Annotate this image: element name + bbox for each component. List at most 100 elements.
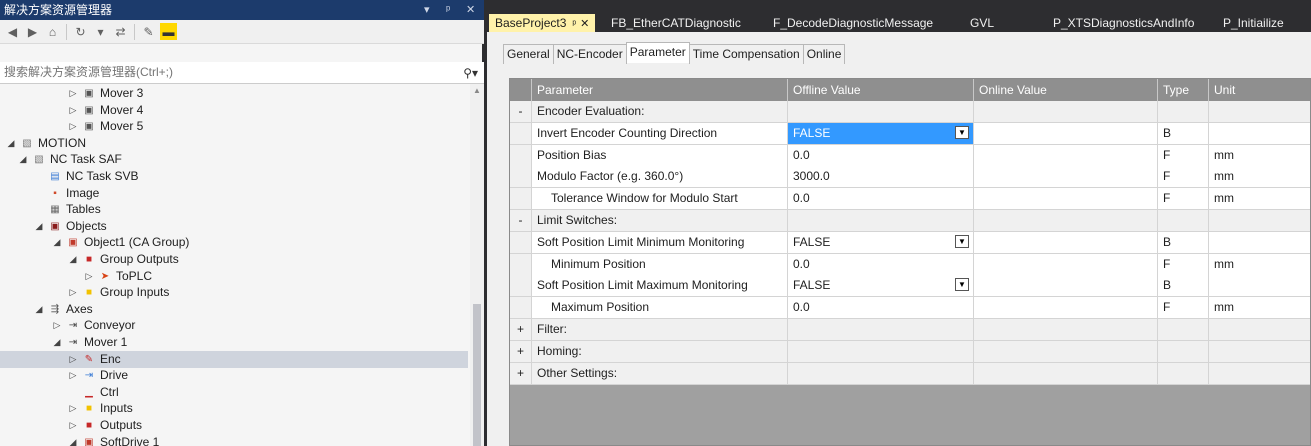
- tree-node[interactable]: ◢ ▣ SoftDrive 1: [0, 434, 468, 446]
- expand-arrow-icon[interactable]: ▷: [68, 417, 78, 434]
- tab-online[interactable]: Online: [802, 44, 846, 64]
- chevron-down-icon[interactable]: ▼: [955, 278, 969, 292]
- tree-node[interactable]: ▷ ■ Outputs: [0, 417, 468, 434]
- tree-node[interactable]: ▪ Image: [0, 185, 468, 202]
- expand-arrow-icon[interactable]: ▷: [68, 351, 78, 368]
- tree-node[interactable]: ▁ Ctrl: [0, 384, 468, 401]
- tree-node[interactable]: ◢ ⇥ Mover 1: [0, 334, 468, 351]
- tree-node[interactable]: ▷ ⇥ Conveyor: [0, 317, 468, 334]
- grid-row[interactable]: Tolerance Window for Modulo Start 0.0 Fmm: [510, 188, 1310, 211]
- tab-parameter[interactable]: Parameter: [625, 42, 690, 63]
- collapse-all-icon[interactable]: ▬: [160, 23, 177, 40]
- chevron-down-icon[interactable]: ▼: [955, 125, 969, 139]
- grid-row[interactable]: Invert Encoder Counting Direction FALSE ▼ B: [510, 122, 1310, 145]
- collapse-arrow-icon[interactable]: ◢: [68, 251, 78, 268]
- grid-group-row[interactable]: - Encoder Evaluation:: [510, 101, 1310, 123]
- grid-row[interactable]: Modulo Factor (e.g. 360.0°) 3000.0 Fmm: [510, 166, 1310, 189]
- expand-toggle[interactable]: +: [510, 319, 532, 341]
- doc-tab-fb-ethercatdiagnostic[interactable]: FB_EtherCATDiagnostic: [605, 14, 747, 32]
- doc-tab-p-xtsdiagnosticsandinfo[interactable]: P_XTSDiagnosticsAndInfo: [1047, 14, 1200, 32]
- offline-value-cell[interactable]: 0.0: [788, 297, 974, 320]
- expand-arrow-icon[interactable]: ▷: [68, 118, 78, 135]
- collapse-arrow-icon[interactable]: ◢: [52, 334, 62, 351]
- tree-node[interactable]: ▷ ▣ Mover 4: [0, 102, 468, 119]
- tree-node[interactable]: ▷ ✎ Enc: [0, 350, 468, 368]
- solution-search-input[interactable]: [4, 65, 444, 79]
- close-tab-icon[interactable]: ✕: [580, 18, 589, 30]
- wrench-icon[interactable]: ✎: [140, 23, 157, 40]
- tree-node[interactable]: ▷ ➤ ToPLC: [0, 268, 468, 285]
- expand-arrow-icon[interactable]: ▷: [68, 102, 78, 119]
- grid-row[interactable]: Maximum Position 0.0 Fmm: [510, 297, 1310, 320]
- collapse-arrow-icon[interactable]: ◢: [34, 301, 44, 318]
- column-header-parameter[interactable]: Parameter: [532, 79, 788, 101]
- sync-icon[interactable]: ⇄: [112, 23, 129, 40]
- history-icon[interactable]: ↻: [72, 23, 89, 40]
- offline-value-cell[interactable]: 0.0: [788, 188, 974, 211]
- expand-arrow-icon[interactable]: ▷: [68, 367, 78, 384]
- column-header-unit[interactable]: Unit: [1209, 79, 1310, 101]
- tree-node[interactable]: ▷ ▣ Mover 3: [0, 85, 468, 102]
- solution-search-box[interactable]: ⚲▾: [0, 62, 484, 84]
- pin-icon[interactable]: ᵖ: [572, 19, 576, 30]
- pin-icon[interactable]: ᵖ: [446, 0, 450, 20]
- expand-arrow-icon[interactable]: ▷: [84, 268, 94, 285]
- tree-node[interactable]: ◢ ▣ Object1 (CA Group): [0, 234, 468, 251]
- tree-node[interactable]: ◢ ▣ Objects: [0, 218, 468, 235]
- tree-node[interactable]: ◢ ▧ NC Task SAF: [0, 151, 468, 168]
- grid-row[interactable]: Minimum Position 0.0 Fmm: [510, 253, 1310, 276]
- collapse-arrow-icon[interactable]: ◢: [52, 234, 62, 251]
- tree-node[interactable]: ▷ ▣ Mover 5: [0, 118, 468, 135]
- column-header-offline-value[interactable]: Offline Value: [788, 79, 974, 101]
- doc-tab-baseproject3[interactable]: BaseProject3 ᵖ ✕: [489, 14, 596, 32]
- grid-group-row[interactable]: + Other Settings:: [510, 362, 1310, 385]
- home-icon[interactable]: ⌂: [44, 23, 61, 40]
- tree-node[interactable]: ◢ ■ Group Outputs: [0, 251, 468, 268]
- tree-node[interactable]: ▦ Tables: [0, 201, 468, 218]
- expand-arrow-icon[interactable]: ▷: [68, 85, 78, 102]
- grid-group-row[interactable]: + Filter:: [510, 319, 1310, 341]
- tree-node[interactable]: ▤ NC Task SVB: [0, 168, 468, 185]
- grid-group-row[interactable]: + Homing:: [510, 340, 1310, 363]
- offline-value-cell[interactable]: 3000.0: [788, 166, 974, 189]
- doc-tab-f-decodediagnosticmessage[interactable]: F_DecodeDiagnosticMessage: [767, 14, 939, 32]
- column-header-online-value[interactable]: Online Value: [974, 79, 1158, 101]
- dropdown-icon[interactable]: ▾: [92, 23, 109, 40]
- search-icon[interactable]: ⚲▾: [463, 63, 478, 83]
- collapse-arrow-icon[interactable]: ◢: [18, 151, 28, 168]
- close-icon[interactable]: ✕: [466, 0, 475, 20]
- collapse-arrow-icon[interactable]: ◢: [34, 218, 44, 235]
- collapse-toggle[interactable]: -: [510, 210, 532, 232]
- offline-value-cell[interactable]: FALSE ▼: [788, 231, 974, 254]
- forward-icon[interactable]: ▶: [24, 23, 41, 40]
- grid-row[interactable]: Soft Position Limit Minimum Monitoring FA…: [510, 231, 1310, 254]
- offline-value-cell[interactable]: FALSE ▼: [788, 122, 974, 145]
- tab-general[interactable]: General: [503, 44, 554, 64]
- offline-value-cell[interactable]: 0.0: [788, 253, 974, 276]
- doc-tab-gvl[interactable]: GVL: [964, 14, 1000, 32]
- grid-row[interactable]: Position Bias 0.0 Fmm: [510, 144, 1310, 167]
- doc-tab-p-initiailize[interactable]: P_Initiailize: [1217, 14, 1290, 32]
- tree-scrollbar[interactable]: ▲: [470, 84, 484, 446]
- expand-arrow-icon[interactable]: ▷: [68, 400, 78, 417]
- column-header-type[interactable]: Type: [1158, 79, 1209, 101]
- expand-arrow-icon[interactable]: ▷: [52, 317, 62, 334]
- chevron-down-icon[interactable]: ▼: [955, 234, 969, 248]
- tree-node[interactable]: ▷ ⇥ Drive: [0, 367, 468, 384]
- offline-value-cell[interactable]: FALSE ▼: [788, 275, 974, 298]
- grid-group-row[interactable]: - Limit Switches:: [510, 210, 1310, 232]
- tree-node[interactable]: ◢ ▧ MOTION: [0, 135, 468, 152]
- expand-toggle[interactable]: +: [510, 362, 532, 385]
- scrollbar-thumb[interactable]: [473, 304, 481, 446]
- offline-value-cell[interactable]: 0.0: [788, 144, 974, 167]
- tab-nc-encoder[interactable]: NC-Encoder: [552, 44, 627, 64]
- tree-node[interactable]: ▷ ■ Inputs: [0, 400, 468, 417]
- scroll-up-icon[interactable]: ▲: [473, 86, 481, 95]
- collapse-toggle[interactable]: -: [510, 101, 532, 123]
- tree-node[interactable]: ▷ ■ Group Inputs: [0, 284, 468, 301]
- tab-time-compensation[interactable]: Time Compensation: [688, 44, 804, 64]
- tree-node[interactable]: ◢ ⇶ Axes: [0, 301, 468, 318]
- grid-row[interactable]: Soft Position Limit Maximum Monitoring FA…: [510, 275, 1310, 298]
- expand-arrow-icon[interactable]: ▷: [68, 284, 78, 301]
- expand-toggle[interactable]: +: [510, 340, 532, 363]
